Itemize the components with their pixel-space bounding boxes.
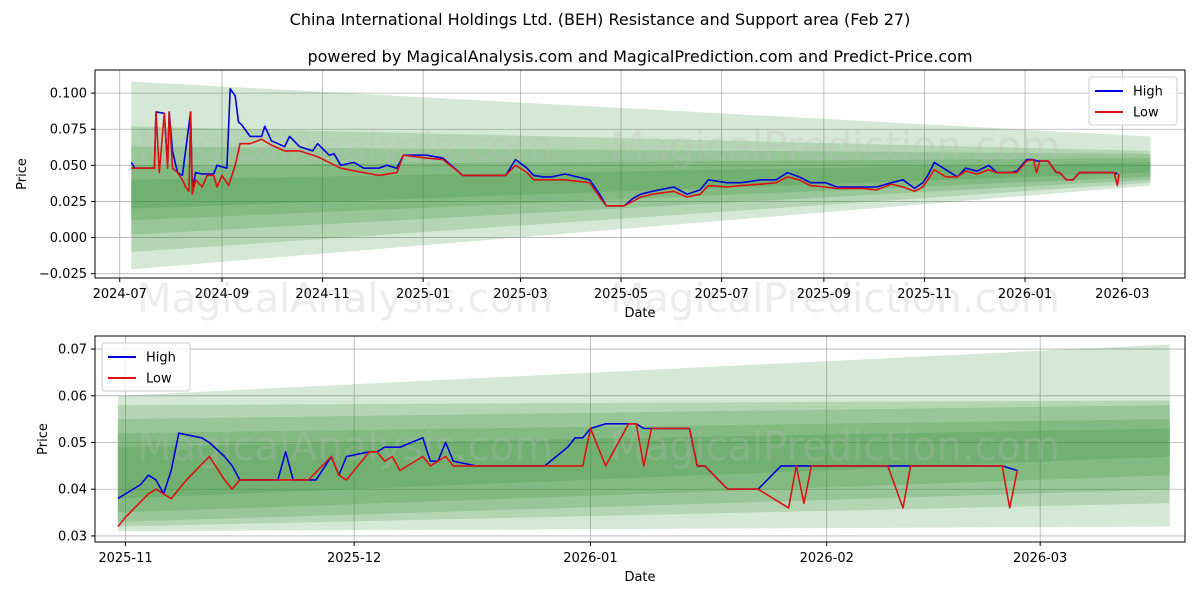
chart-subtitle: powered by MagicalAnalysis.com and Magic… bbox=[307, 47, 972, 66]
legend: High Low bbox=[101, 342, 191, 392]
y-tick-label: 0.000 bbox=[50, 231, 87, 246]
watermark-right: MagicalPrediction.com bbox=[610, 124, 1060, 170]
x-tick-label: 2025-03 bbox=[493, 287, 547, 302]
x-tick-label: 2025-05 bbox=[594, 287, 648, 302]
x-axis-label: Date bbox=[624, 570, 655, 585]
x-tick-label: 2024-11 bbox=[295, 287, 349, 302]
legend-label-high: High bbox=[146, 351, 176, 366]
forecast-bands bbox=[131, 81, 1151, 270]
figure: China International Holdings Ltd. (BEH) … bbox=[15, 10, 1186, 585]
x-tick-label: 2025-07 bbox=[694, 287, 748, 302]
top-chart-panel: MagicalAnalysis.com MagicalPrediction.com… bbox=[15, 69, 1186, 322]
y-tick-label: 0.03 bbox=[58, 529, 87, 544]
legend-label-high: High bbox=[1133, 85, 1163, 100]
x-tick-label: 2026-01 bbox=[998, 287, 1052, 302]
x-axis-label: Date bbox=[624, 306, 655, 321]
chart-title: China International Holdings Ltd. (BEH) … bbox=[290, 10, 911, 29]
y-tick-label: 0.04 bbox=[58, 483, 87, 498]
watermark-left: MagicalAnalysis.com bbox=[137, 424, 553, 470]
x-tick-label: 2024-07 bbox=[93, 287, 147, 302]
x-tick-label: 2026-01 bbox=[563, 551, 617, 566]
y-tick-label: 0.07 bbox=[58, 343, 87, 358]
x-tick-label: 2025-09 bbox=[797, 287, 851, 302]
bottom-chart-panel: MagicalAnalysis.com MagicalPrediction.com… bbox=[36, 335, 1186, 585]
y-tick-label: 0.025 bbox=[50, 195, 87, 210]
x-tick-label: 2024-09 bbox=[195, 287, 249, 302]
y-tick-label: 0.05 bbox=[58, 436, 87, 451]
watermark-left: MagicalAnalysis.com bbox=[137, 124, 553, 170]
x-tick-label: 2025-11 bbox=[98, 551, 152, 566]
x-tick-label: 2025-12 bbox=[327, 551, 381, 566]
x-tick-label: 2025-01 bbox=[396, 287, 450, 302]
y-tick-label: 0.06 bbox=[58, 389, 87, 404]
legend: High Low bbox=[1088, 76, 1178, 126]
x-tick-label: 2026-02 bbox=[800, 551, 854, 566]
x-tick-label: 2026-03 bbox=[1095, 287, 1149, 302]
legend-label-low: Low bbox=[146, 372, 172, 387]
x-tick-label: 2026-03 bbox=[1013, 551, 1067, 566]
watermark-right: MagicalPrediction.com bbox=[610, 424, 1060, 470]
y-tick-label: 0.050 bbox=[50, 159, 87, 174]
y-tick-label: −0.025 bbox=[39, 267, 87, 282]
legend-label-low: Low bbox=[1133, 106, 1159, 121]
y-tick-label: 0.075 bbox=[50, 123, 87, 138]
y-axis-label: Price bbox=[36, 423, 51, 455]
y-axis-label: Price bbox=[15, 158, 30, 190]
y-tick-label: 0.100 bbox=[50, 87, 87, 102]
x-tick-label: 2025-11 bbox=[897, 287, 951, 302]
